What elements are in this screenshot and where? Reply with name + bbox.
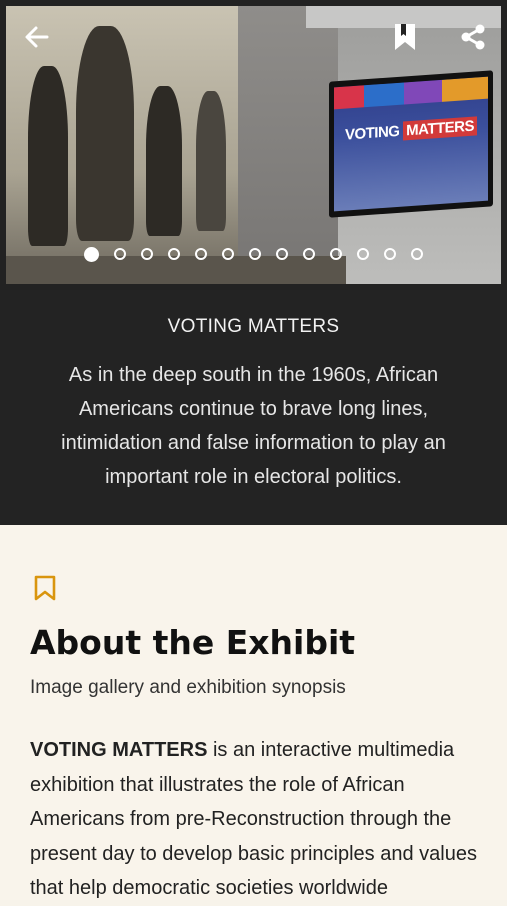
mural-figure xyxy=(76,26,134,241)
about-body-bold: VOTING MATTERS xyxy=(30,739,208,761)
carousel-indicator xyxy=(0,247,507,268)
carousel-dot[interactable] xyxy=(168,248,180,260)
mural-figure xyxy=(28,66,68,246)
carousel-dot[interactable] xyxy=(249,248,261,260)
about-section: About the Exhibit Image gallery and exhi… xyxy=(0,525,507,900)
tv-tab xyxy=(334,85,364,110)
about-title: About the Exhibit xyxy=(30,623,356,662)
share-button[interactable] xyxy=(458,22,488,52)
carousel-dot[interactable] xyxy=(195,248,207,260)
bookmark-outline-button[interactable] xyxy=(34,575,56,601)
carousel-dot[interactable] xyxy=(384,248,396,260)
caption-title: VOTING MATTERS xyxy=(167,316,340,337)
tv-tab xyxy=(364,82,404,108)
about-body-text: is an interactive multimedia exhibition … xyxy=(30,739,477,899)
tv-title: VOTING MATTERS xyxy=(334,116,488,145)
carousel-dot[interactable] xyxy=(357,248,369,260)
carousel-dot[interactable] xyxy=(330,248,342,260)
carousel-dot[interactable] xyxy=(222,248,234,260)
tv-title-part1: VOTING xyxy=(344,122,400,144)
carousel-dot[interactable] xyxy=(276,248,288,260)
image-caption: VOTING MATTERS As in the deep south in t… xyxy=(0,290,507,525)
tv-tab xyxy=(442,76,488,102)
about-body: VOTING MATTERS is an interactive multime… xyxy=(30,733,480,906)
caption-text: As in the deep south in the 1960s, Afric… xyxy=(61,364,446,488)
wall-panel xyxy=(238,6,338,284)
tv-tab xyxy=(404,79,442,105)
carousel-dot[interactable] xyxy=(84,247,99,262)
carousel-dot[interactable] xyxy=(303,248,315,260)
tv-title-part2: MATTERS xyxy=(403,116,478,141)
carousel-dot[interactable] xyxy=(141,248,153,260)
about-subtitle: Image gallery and exhibition synopsis xyxy=(30,677,346,698)
bookmark-icon xyxy=(395,24,415,50)
tv-display: VOTING MATTERS xyxy=(329,70,493,218)
mural-figure xyxy=(146,86,182,236)
bookmark-button[interactable] xyxy=(390,22,420,52)
arrow-left-icon xyxy=(25,26,49,48)
carousel-dot[interactable] xyxy=(114,248,126,260)
tv-screen: VOTING MATTERS xyxy=(334,76,488,212)
carousel-dot[interactable] xyxy=(411,248,423,260)
back-button[interactable] xyxy=(22,22,52,52)
exhibit-photo: VOTING MATTERS xyxy=(6,6,501,284)
mural-figure xyxy=(196,91,226,231)
share-icon xyxy=(461,24,485,50)
bookmark-outline-icon xyxy=(34,575,56,601)
hero-gallery[interactable]: VOTING MATTERS xyxy=(0,0,507,290)
